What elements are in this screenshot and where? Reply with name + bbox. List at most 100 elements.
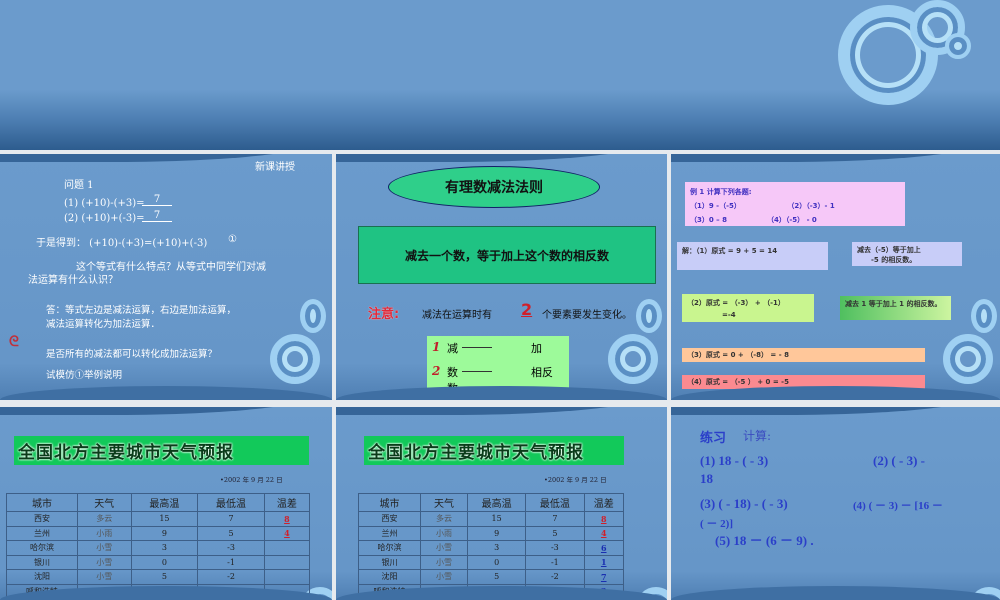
table-cell: -1 xyxy=(525,554,585,570)
table-cell: -1 xyxy=(130,583,199,599)
practice-subtitle: 计算: xyxy=(743,429,772,443)
table-cell: 小雪 xyxy=(76,569,132,585)
table-cell: 兰州 xyxy=(357,525,422,541)
table-cell: 呼和浩特 xyxy=(6,583,78,599)
table-row: 西安 多云 15 7 8 xyxy=(357,511,624,527)
table-cell: -3 xyxy=(525,583,585,599)
slide-1-thumbnail[interactable] xyxy=(0,0,1000,150)
problem-5: (5) 18 － (6 － 9) . xyxy=(715,533,814,548)
tip-1-line: 减去（-5）等于加上 xyxy=(857,246,921,254)
temp-diff-empty xyxy=(263,583,311,599)
exercise-2: （2）（-3）- 1 xyxy=(790,202,835,210)
slide-6-thumbnail[interactable]: 全国北方主要城市天气预报 •2002 年 9 月 22 日 城市 天气 最高温 最低温… xyxy=(336,407,667,600)
example-title: 例 1 计算下列各题: xyxy=(690,188,752,196)
slide-7-thumbnail[interactable]: 练习 计算: (1) 18 - ( - 3) (2) ( - 3) - 18 (… xyxy=(671,407,1000,600)
column-header: 最高温 xyxy=(466,493,527,512)
note-text: 减法在运算时有 xyxy=(422,310,492,321)
table-row: 哈尔滨 小雪 3 -3 6 xyxy=(357,540,624,556)
change-from-cont: 数 xyxy=(447,382,458,395)
table-cell: 7 xyxy=(197,511,265,527)
tip-1: 减去（-5）等于加上 -5 的相反数。 xyxy=(852,242,962,266)
table-row: 呼和浩特 雨夹雪 -1 -3 2 xyxy=(357,583,624,599)
slide-3-thumbnail[interactable]: 有理数减法法则 减去一个数，等于加上这个数的相反数 注意: 减法在运算时有 2 … xyxy=(336,154,667,400)
table-cell: -1 xyxy=(466,583,527,599)
table-cell: 兰州 xyxy=(6,525,78,541)
table-cell: 0 xyxy=(130,554,199,570)
table-cell: -3 xyxy=(197,540,265,556)
table-cell: 5 xyxy=(130,569,199,585)
change-from: 数 xyxy=(447,366,458,379)
column-header: 温差 xyxy=(583,493,624,512)
table-cell: 呼和浩特 xyxy=(357,583,422,599)
problem-2-cont: 18 xyxy=(700,471,713,486)
equation-2: (2) (+10)+(-3)= xyxy=(64,213,145,224)
table-row: 兰州 小雨 9 5 4 xyxy=(6,525,311,541)
solution-3: （3）原式 = 0 + （-8） = - 8 xyxy=(682,348,925,362)
table-row: 沈阳 小雪 5 -2 xyxy=(6,569,311,585)
table-row: 银川 小雪 0 -1 1 xyxy=(357,554,624,570)
table-row: 沈阳 小雪 5 -2 7 xyxy=(357,569,624,585)
table-row: 呼和浩特 雨夹雪 -1 -3 xyxy=(6,583,311,599)
change-number: 2 xyxy=(432,364,441,378)
question-title: 问题 1 xyxy=(64,180,94,191)
change-to: 加 xyxy=(531,342,542,355)
exercise-3: （3）0 – 8 xyxy=(690,216,727,224)
answer-text: 答：等式左边是减法运算，右边是加法运算， xyxy=(46,305,237,316)
table-cell: 多云 xyxy=(420,511,468,527)
answer-2: 7 xyxy=(142,210,172,222)
table-cell: 西安 xyxy=(357,511,422,527)
temp-diff: 7 xyxy=(600,571,607,582)
exercise-4: （4）（-5） - 0 xyxy=(767,216,817,224)
ring-decoration-icon xyxy=(969,587,1000,600)
slide-4-thumbnail[interactable]: 例 1 计算下列各题: （1）9 -（-5） （2）（-3）- 1 （3）0 – … xyxy=(671,154,1000,400)
table-cell: 5 xyxy=(197,525,265,541)
column-header: 城市 xyxy=(6,493,78,512)
ring-decoration-icon xyxy=(971,299,997,333)
weather-table: 城市 天气 最高温 最低温 温差 西安 多云 15 7 8 兰州 小雨 9 5 4 哈尔滨 小雪 3 -3 银川 小雪 0… xyxy=(6,493,311,599)
table-cell: 沈阳 xyxy=(357,569,422,585)
hint-icon: ᘓ xyxy=(9,334,19,350)
weather-title: 全国北方主要城市天气预报 xyxy=(14,436,309,465)
temp-diff: 8 xyxy=(600,513,607,524)
table-cell: 雨夹雪 xyxy=(420,583,468,599)
table-row: 银川 小雪 0 -1 xyxy=(6,554,311,570)
note-label: 注意: xyxy=(368,307,400,322)
table-cell: 小雪 xyxy=(420,569,468,585)
temp-diff: 4 xyxy=(284,528,290,539)
table-cell: -2 xyxy=(197,569,265,585)
table-cell: 哈尔滨 xyxy=(6,540,78,556)
weather-title: 全国北方主要城市天气预报 xyxy=(364,436,624,465)
table-cell: 15 xyxy=(130,511,199,527)
column-header: 最低温 xyxy=(525,493,585,512)
temp-diff-empty xyxy=(263,540,311,556)
table-cell: 小雨 xyxy=(76,525,132,541)
table-row: 西安 多云 15 7 8 xyxy=(6,511,311,527)
table-cell: 西安 xyxy=(6,511,78,527)
temp-diff-empty xyxy=(263,554,311,570)
table-cell: 5 xyxy=(466,569,527,585)
slide-5-thumbnail[interactable]: 全国北方主要城市天气预报 •2002 年 9 月 22 日 城市 天气 最高温 最低温… xyxy=(0,407,332,600)
problem-3: (3) ( - 18) - ( - 3) xyxy=(700,496,788,511)
rule-title: 有理数减法法则 xyxy=(388,166,600,208)
table-cell: 小雪 xyxy=(420,554,468,570)
table-cell: 3 xyxy=(130,540,199,556)
slide-2-thumbnail[interactable]: 新课讲授 问题 1 (1) (+10)-(+3)= 7 (2) (+10)+(-… xyxy=(0,154,332,400)
solution-2-line: （2）原式 = （-3） + （-1） xyxy=(687,299,785,307)
change-from: 减 xyxy=(447,342,458,355)
section-header: 新课讲授 xyxy=(255,162,295,173)
table-header-row: 城市 天气 最高温 最低温 温差 xyxy=(357,493,624,512)
table-cell: 小雨 xyxy=(420,525,468,541)
column-header: 温差 xyxy=(263,493,311,512)
change-number: 1 xyxy=(432,340,441,354)
equation-1: (1) (+10)-(+3)= xyxy=(64,198,145,209)
column-header: 天气 xyxy=(420,493,468,512)
column-header: 城市 xyxy=(357,493,422,512)
table-cell: 0 xyxy=(466,554,527,570)
table-cell: 9 xyxy=(466,525,527,541)
solution-4: （4）原式 = （-5 ） + 0 = -5 xyxy=(682,375,925,389)
temp-diff: 8 xyxy=(284,513,290,524)
solution-2-line: =-4 xyxy=(722,311,736,319)
table-cell: -3 xyxy=(525,540,585,556)
note-number: 2 xyxy=(521,300,533,319)
problem-4: (4) ( － 3) － [16 － xyxy=(853,500,943,512)
